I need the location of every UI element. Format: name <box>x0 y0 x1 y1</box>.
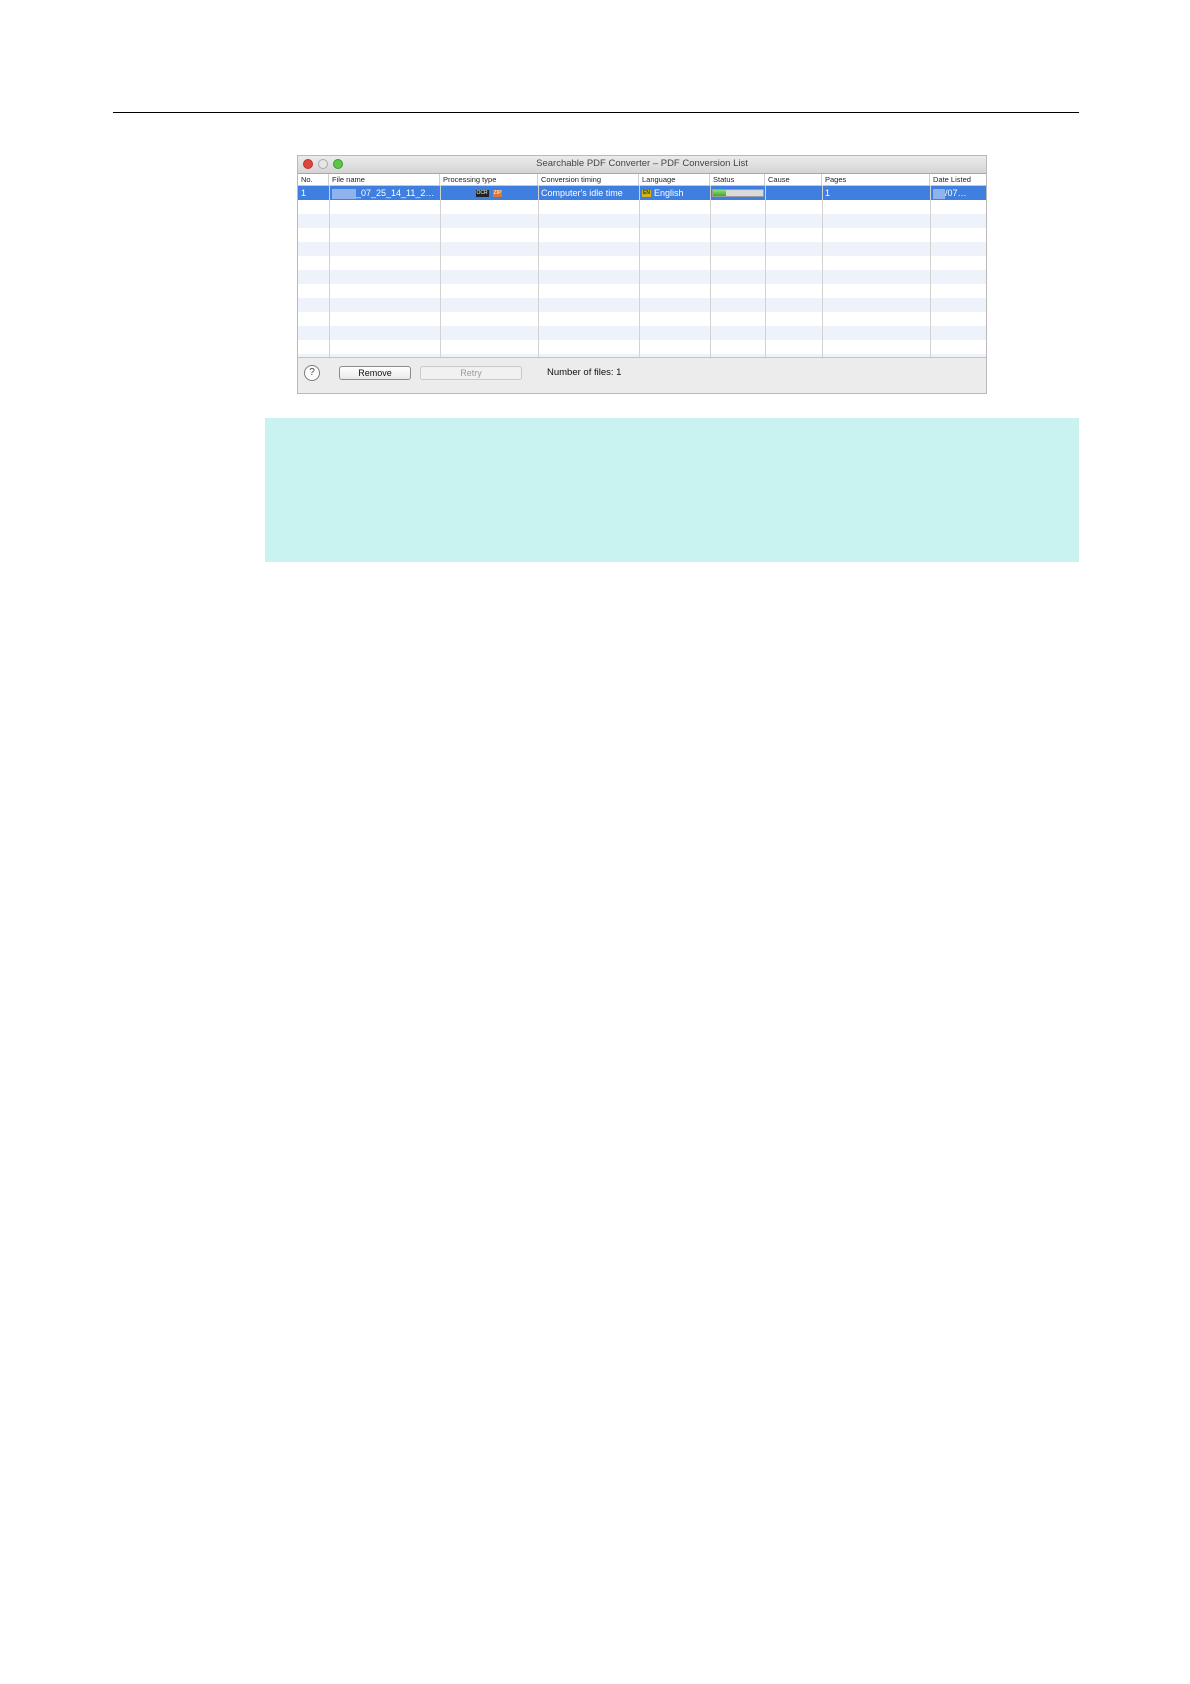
column-header-language[interactable]: Language <box>639 174 710 185</box>
title-bar[interactable]: Searchable PDF Converter – PDF Conversio… <box>298 156 986 174</box>
row-no: 1 <box>301 188 307 198</box>
table-row[interactable] <box>298 298 986 312</box>
table-row[interactable] <box>298 340 986 354</box>
progress-fill <box>713 190 726 196</box>
column-divider <box>710 185 711 357</box>
row-status <box>710 186 765 200</box>
window-footer: ? Remove Retry Number of files: 1 <box>298 357 986 393</box>
row-date-listed-cell: /07… <box>930 186 986 200</box>
table-row[interactable] <box>298 326 986 340</box>
english-flag-icon: EN <box>642 190 651 198</box>
column-header-status[interactable]: Status <box>710 174 765 185</box>
column-header-date-listed[interactable]: Date Listed <box>930 174 986 185</box>
column-divider <box>822 185 823 357</box>
page-top-rule <box>113 112 1079 113</box>
table-row[interactable] <box>298 242 986 256</box>
help-button[interactable]: ? <box>304 365 320 381</box>
conversion-table: No. File name Processing type Conversion… <box>298 174 986 357</box>
remove-button[interactable]: Remove <box>339 366 411 380</box>
column-header-no[interactable]: No. <box>298 174 329 185</box>
pdf-conversion-list-window: Searchable PDF Converter – PDF Conversio… <box>297 155 987 394</box>
column-divider <box>538 185 539 357</box>
file-count-label: Number of files: 1 <box>547 367 622 378</box>
column-header-cause[interactable]: Cause <box>765 174 822 185</box>
table-row[interactable] <box>298 214 986 228</box>
row-file-name-cell: _07_25_14_11_2… <box>329 186 440 200</box>
ocr-icon: OCR <box>475 190 489 198</box>
column-header-conversion-timing[interactable]: Conversion timing <box>538 174 639 185</box>
table-row[interactable] <box>298 284 986 298</box>
column-divider <box>440 185 441 357</box>
table-row-selected[interactable]: 1 _07_25_14_11_2… OCR ZIP Computer's idle… <box>298 186 986 200</box>
redacted-text <box>933 188 945 199</box>
row-pages: 1 <box>825 188 831 198</box>
row-cause <box>765 186 822 200</box>
column-divider <box>329 185 330 357</box>
column-divider <box>639 185 640 357</box>
window-title: Searchable PDF Converter – PDF Conversio… <box>536 158 748 169</box>
row-date-listed: /07… <box>945 188 967 198</box>
column-divider <box>930 185 931 357</box>
row-language: English <box>653 188 684 198</box>
retry-button[interactable]: Retry <box>420 366 522 380</box>
redacted-text <box>332 188 356 199</box>
note-box <box>265 418 1079 562</box>
column-divider <box>765 185 766 357</box>
column-header-processing-type[interactable]: Processing type <box>440 174 538 185</box>
table-row[interactable] <box>298 200 986 214</box>
column-header-file-name[interactable]: File name <box>329 174 440 185</box>
row-processing-type: OCR ZIP <box>440 186 538 200</box>
row-conversion-timing: Computer's idle time <box>541 188 623 198</box>
table-row[interactable] <box>298 312 986 326</box>
zip-icon: ZIP <box>492 190 503 198</box>
table-header: No. File name Processing type Conversion… <box>298 174 986 186</box>
row-file-name: _07_25_14_11_2… <box>356 188 435 198</box>
table-row[interactable] <box>298 256 986 270</box>
table-row[interactable] <box>298 228 986 242</box>
row-language-cell: EN English <box>639 186 710 200</box>
status-progress-bar <box>712 189 764 197</box>
column-header-pages[interactable]: Pages <box>822 174 930 185</box>
table-row[interactable] <box>298 270 986 284</box>
